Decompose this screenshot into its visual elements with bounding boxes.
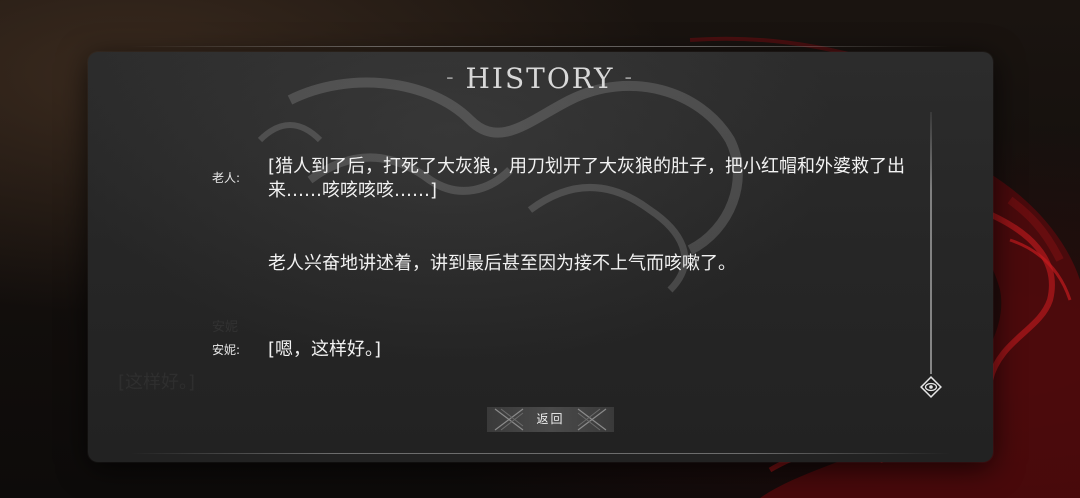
speaker-name: 老人: bbox=[212, 171, 241, 185]
eye-icon[interactable] bbox=[920, 376, 942, 398]
speaker-name: 安妮: bbox=[212, 343, 241, 357]
panel-bottom-divider bbox=[130, 453, 950, 454]
ghost-line-text: [这样好。] bbox=[118, 372, 196, 393]
panel-top-divider bbox=[130, 46, 950, 47]
scrollbar-track[interactable] bbox=[930, 112, 932, 374]
title-dash-left: - bbox=[446, 65, 456, 90]
back-button-label: 返回 bbox=[536, 412, 565, 426]
title-dash-right: - bbox=[624, 65, 634, 90]
narration-line: 老人兴奋地讲述着，讲到最后甚至因为接不上气而咳嗽了。 bbox=[268, 253, 736, 274]
ghost-speaker-name: 安妮 bbox=[212, 320, 239, 335]
back-button[interactable]: 返回 bbox=[487, 407, 614, 432]
title-text: HISTORY bbox=[465, 62, 615, 95]
history-title: - HISTORY - bbox=[0, 62, 1080, 95]
history-screen: - HISTORY - 安妮 [这样好。] 老人: [猎人到了后，打死了大灰狼，用刀… bbox=[0, 0, 1080, 498]
dialogue-line: [嗯，这样好。] bbox=[268, 339, 382, 360]
dialogue-line: [猎人到了后，打死了大灰狼，用刀划开了大灰狼的肚子，把小红帽和外婆救了出来……咳… bbox=[268, 156, 906, 201]
